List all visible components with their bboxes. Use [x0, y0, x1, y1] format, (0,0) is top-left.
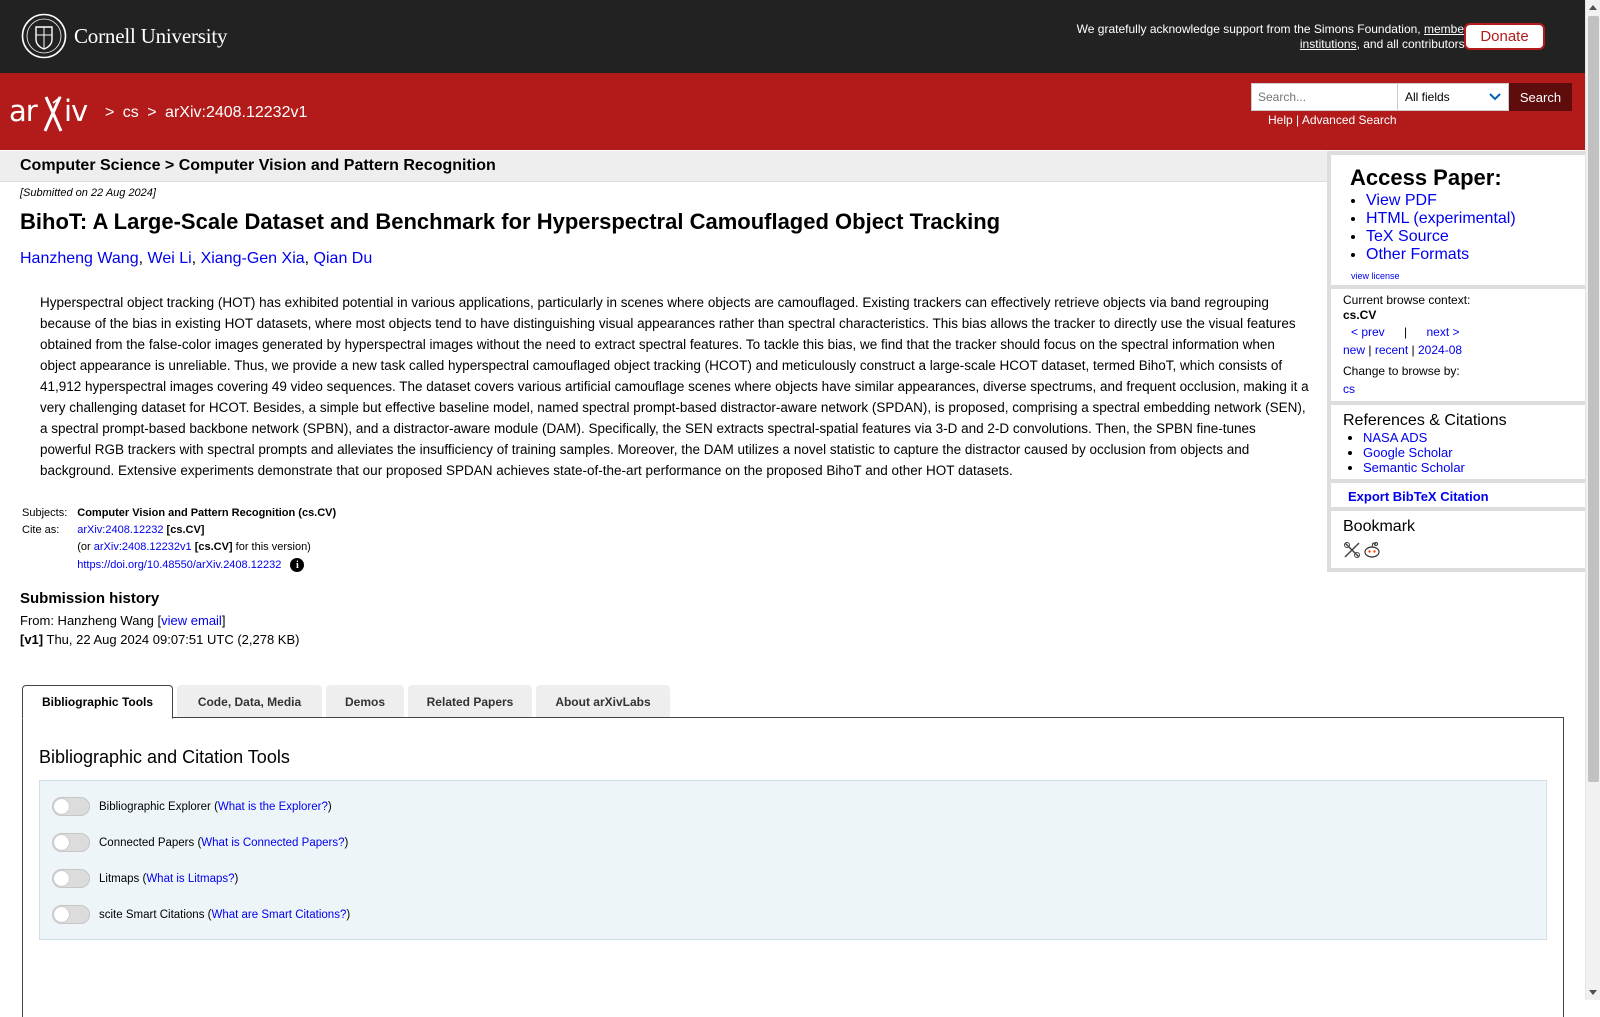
cornell-bar: Cornell University We gratefully acknowl…	[0, 0, 1585, 73]
tab-demos[interactable]: Demos	[326, 685, 404, 718]
abstract: Hyperspectral object tracking (HOT) has …	[40, 295, 1309, 478]
nasa-ads-link[interactable]: NASA ADS	[1363, 430, 1427, 445]
paper-title: BihoT: A Large-Scale Dataset and Benchma…	[20, 209, 1001, 234]
breadcrumb-cs[interactable]: cs	[123, 104, 139, 121]
tool-row: Connected Papers (What is Connected Pape…	[52, 833, 348, 852]
tool-info-link[interactable]: What are Smart Citations?	[211, 909, 346, 921]
access-paper-title: Access Paper:	[1350, 165, 1502, 190]
scroll-down-arrow-icon[interactable]	[1589, 990, 1597, 995]
arxiv-header: ar iv > cs > arXiv:2408.12232v1 All fiel…	[0, 73, 1585, 150]
search-input[interactable]	[1251, 83, 1397, 111]
cite-id-link[interactable]: arXiv:2408.12232	[77, 524, 163, 536]
search-bar: All fields Search	[1251, 83, 1572, 111]
version-date: Thu, 22 Aug 2024 09:07:51 UTC (2,278 KB)	[46, 632, 300, 647]
sidebar: Access Paper: View PDF HTML (experimenta…	[1327, 151, 1586, 572]
new-link[interactable]: new	[1343, 343, 1365, 357]
cornell-logo[interactable]: Cornell University	[21, 13, 227, 59]
author-link[interactable]: Hanzheng Wang	[20, 250, 139, 267]
tool-info-link[interactable]: What is the Explorer?	[218, 801, 328, 813]
bibliographic-explorer-toggle[interactable]	[52, 797, 90, 816]
connected-papers-toggle[interactable]	[52, 833, 90, 852]
bookmark-title: Bookmark	[1343, 518, 1416, 535]
tool-row: Bibliographic Explorer (What is the Expl…	[52, 797, 332, 816]
recent-link[interactable]: recent	[1375, 343, 1408, 357]
category-subheader: Computer Science > Computer Vision and P…	[0, 151, 1327, 182]
change-browse-label: Change to browse by:	[1343, 364, 1460, 378]
tex-source-link[interactable]: TeX Source	[1366, 228, 1449, 245]
reddit-icon[interactable]	[1363, 541, 1381, 559]
donate-button[interactable]: Donate	[1464, 23, 1545, 50]
month-link[interactable]: 2024-08	[1418, 343, 1462, 357]
search-field-select[interactable]: All fields	[1397, 83, 1509, 111]
scroll-up-arrow-icon[interactable]	[1589, 5, 1597, 10]
submission-history: From: Hanzheng Wang [view email] [v1] Th…	[20, 613, 300, 647]
other-formats-link[interactable]: Other Formats	[1366, 246, 1469, 263]
tool-info-link[interactable]: What is Connected Papers?	[201, 837, 344, 849]
subjects-label: Subjects:	[22, 507, 68, 519]
scite-toggle[interactable]	[52, 905, 90, 924]
view-license-link[interactable]: view license	[1351, 271, 1400, 281]
help-link[interactable]: Help	[1268, 113, 1293, 127]
tool-row: Litmaps (What is Litmaps?)	[52, 869, 238, 888]
breadcrumb-paper-id: arXiv:2408.12232v1	[165, 104, 308, 121]
metadata-table: Subjects: Computer Vision and Pattern Re…	[22, 507, 337, 572]
browse-context-box: Current browse context: cs.CV < prev | n…	[1331, 289, 1585, 401]
search-button[interactable]: Search	[1509, 83, 1572, 111]
tool-row: scite Smart Citations (What are Smart Ci…	[52, 905, 350, 924]
svg-text:ar: ar	[9, 94, 38, 128]
semantic-scholar-link[interactable]: Semantic Scholar	[1363, 460, 1465, 475]
tab-bibliographic-tools[interactable]: Bibliographic Tools	[22, 685, 173, 719]
tab-panel: Bibliographic and Citation Tools Bibliog…	[22, 717, 1564, 1017]
panel-title: Bibliographic and Citation Tools	[39, 747, 290, 767]
submission-history-title: Submission history	[20, 590, 160, 607]
author-list: Hanzheng Wang, Wei Li, Xiang-Gen Xia, Qi…	[20, 250, 373, 267]
tools-list: Bibliographic Explorer (What is the Expl…	[39, 780, 1547, 940]
support-acknowledgement: We gratefully acknowledge support from t…	[1076, 22, 1468, 51]
chevron-down-icon	[1489, 93, 1501, 101]
breadcrumb: > cs > arXiv:2408.12232v1	[105, 104, 308, 121]
doi-link[interactable]: https://doi.org/10.48550/arXiv.2408.1223…	[77, 559, 281, 571]
tab-code-data-media[interactable]: Code, Data, Media	[177, 685, 322, 718]
arxiv-logo[interactable]: ar iv	[9, 93, 101, 133]
page-scrollbar[interactable]	[1585, 0, 1600, 1000]
next-link[interactable]: next >	[1427, 325, 1460, 339]
tab-about-arxivlabs[interactable]: About arXivLabs	[536, 685, 670, 718]
category-title: Computer Science > Computer Vision and P…	[20, 157, 496, 174]
bibsonomy-icon[interactable]	[1343, 541, 1361, 559]
bibtex-box: Export BibTeX Citation	[1331, 483, 1585, 507]
author-link[interactable]: Qian Du	[314, 250, 373, 267]
bookmark-box: Bookmark	[1331, 511, 1585, 568]
author-link[interactable]: Wei Li	[148, 250, 192, 267]
references-title: References & Citations	[1343, 412, 1507, 429]
access-paper-box: Access Paper: View PDF HTML (experimenta…	[1331, 155, 1585, 285]
cornell-name: Cornell University	[74, 23, 228, 48]
view-pdf-link[interactable]: View PDF	[1366, 192, 1437, 209]
export-bibtex-link[interactable]: Export BibTeX Citation	[1348, 489, 1489, 504]
prev-link[interactable]: < prev	[1351, 325, 1385, 339]
html-experimental-link[interactable]: HTML (experimental)	[1366, 210, 1516, 227]
subjects-value: Computer Vision and Pattern Recognition …	[77, 507, 337, 519]
litmaps-toggle[interactable]	[52, 869, 90, 888]
references-box: References & Citations NASA ADS Google S…	[1331, 405, 1585, 479]
help-links: Help | Advanced Search	[1268, 113, 1397, 127]
cornell-seal-icon	[21, 13, 67, 59]
version-tag: [v1]	[20, 632, 44, 647]
submission-date: [Submitted on 22 Aug 2024]	[20, 187, 156, 199]
author-link[interactable]: Xiang-Gen Xia	[201, 250, 305, 267]
scroll-thumb[interactable]	[1588, 16, 1599, 782]
labs-tabs: Bibliographic Tools Code, Data, Media De…	[22, 685, 670, 719]
paper-main: [Submitted on 22 Aug 2024] BihoT: A Larg…	[20, 187, 1310, 649]
advanced-search-link[interactable]: Advanced Search	[1302, 113, 1397, 127]
google-scholar-link[interactable]: Google Scholar	[1363, 445, 1453, 460]
tool-info-link[interactable]: What is Litmaps?	[146, 873, 234, 885]
cite-version-link[interactable]: arXiv:2408.12232v1	[94, 541, 192, 553]
svg-text:iv: iv	[64, 94, 88, 128]
browse-context-label: Current browse context:	[1343, 293, 1471, 307]
tab-related-papers[interactable]: Related Papers	[408, 685, 532, 718]
cite-as-label: Cite as:	[22, 524, 60, 536]
info-icon[interactable]: i	[290, 558, 305, 572]
browse-cs-link[interactable]: cs	[1343, 382, 1355, 396]
view-email-link[interactable]: view email	[161, 613, 222, 628]
browse-context-value: cs.CV	[1343, 308, 1377, 322]
